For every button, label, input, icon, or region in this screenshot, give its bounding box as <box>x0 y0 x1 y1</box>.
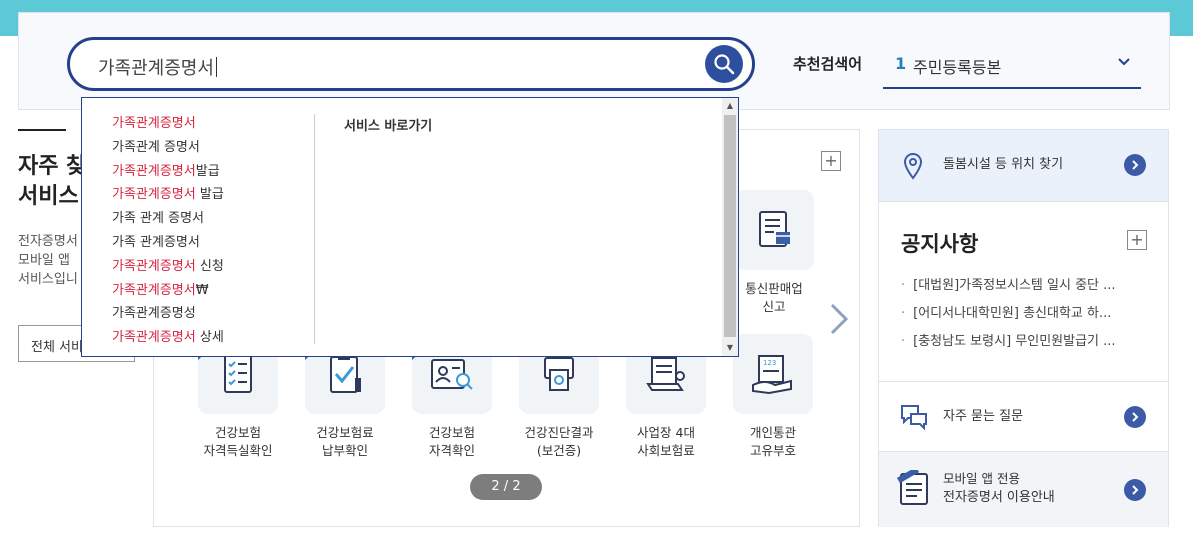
notice-item[interactable]: · [어디서나대학민원] 총신대학교 하... <box>901 300 1141 328</box>
map-pin-icon <box>903 152 923 180</box>
mobile-certificate-guide-link[interactable]: 모바일 앱 전용 전자증명서 이용안내 <box>879 451 1168 527</box>
mobile-guide-line1: 모바일 앱 전용 <box>943 471 1020 486</box>
frequent-services-description: 전자증명서 모바일 앱 서비스입니 <box>18 234 78 287</box>
suggestion-item[interactable]: 가족관계증명서발급 <box>112 160 224 184</box>
suggestion-item[interactable]: 가족 관계 증명서 <box>112 207 224 231</box>
services-more-button[interactable]: + <box>821 151 841 171</box>
suggestion-item[interactable]: 가족관계증명서₩ <box>112 279 224 303</box>
service-label: 건강보험료 납부확인 <box>316 425 374 458</box>
notice-item[interactable]: · [충청남도 보령시] 무인민원발급기 ... <box>901 328 1141 356</box>
checklist-icon <box>224 353 252 393</box>
suggestion-text: 발급 <box>195 163 220 179</box>
service-tile-online-sales[interactable] <box>734 190 814 270</box>
suggestion-text: ₩ <box>195 282 209 298</box>
chat-bubbles-icon <box>901 405 927 430</box>
mobile-document-icon <box>897 470 928 505</box>
carousel-next-button[interactable] <box>828 302 850 340</box>
location-finder-label: 돌봄시설 등 위치 찾기 <box>943 157 1064 172</box>
suggestion-text: 가족 관계증명서 <box>112 234 200 250</box>
scroll-down-arrow[interactable]: ▼ <box>722 340 738 356</box>
service-tile-customs-code[interactable]: 123 <box>733 334 813 414</box>
clipboard-check-icon <box>330 354 361 393</box>
location-go-button[interactable] <box>1124 154 1146 176</box>
numbered-card-hand-icon: 123 <box>752 355 792 395</box>
suggestion-item[interactable]: 가족관계증명서 <box>112 112 224 136</box>
service-shortcut-title: 서비스 바로가기 <box>344 119 433 134</box>
scroll-document-icon <box>646 357 685 391</box>
suggestion-item[interactable]: 가족관계 증명서 <box>112 136 224 160</box>
suggestion-item[interactable]: 가족관계증명서 발급 <box>112 183 224 207</box>
recommended-keyword-select[interactable]: 1 주민등록등본 <box>883 43 1141 89</box>
section-divider <box>18 129 66 131</box>
document-register-icon <box>759 211 790 247</box>
suggestion-item[interactable]: 가족관계증명서 상세 <box>112 326 224 350</box>
scrollbar-thumb[interactable] <box>724 115 736 337</box>
recommended-keyword-rank: 1 <box>895 54 907 73</box>
notice-list: · [대법원]가족정보시스템 일시 중단 ... · [어디서나대학민원] 총신대학… <box>901 272 1141 356</box>
service-label: 개인통관 고유부호 <box>749 425 796 458</box>
svg-text:123: 123 <box>763 359 776 367</box>
notice-item[interactable]: · [대법원]가족정보시스템 일시 중단 ... <box>901 272 1141 300</box>
location-finder-link[interactable]: 돌봄시설 등 위치 찾기 <box>879 130 1168 202</box>
faq-link[interactable]: 자주 묻는 질문 <box>879 381 1168 451</box>
chevron-right-icon <box>1132 485 1139 495</box>
search-button[interactable] <box>705 45 743 83</box>
id-card-search-icon <box>431 359 473 390</box>
suggestion-highlight: 가족관계증명서 <box>112 330 196 346</box>
service-label: 건강보험 자격득실확인 <box>203 425 273 458</box>
suggestion-text: 상세 <box>195 330 224 346</box>
chevron-right-icon <box>1132 160 1139 170</box>
text-caret <box>215 57 217 77</box>
suggestion-text: 가족관계증명성 <box>112 306 196 322</box>
faq-label: 자주 묻는 질문 <box>943 409 1024 424</box>
right-sidebar: 돌봄시설 등 위치 찾기 공지사항 + · [대법원]가족정보시스템 일시 중단 … <box>878 129 1169 527</box>
service-label: 건강진단결과 (보건증) <box>524 425 594 458</box>
service-label: 사업장 4대 사회보험료 <box>637 425 695 458</box>
search-query-text: 가족관계증명서 <box>98 54 217 80</box>
search-input[interactable]: 가족관계증명서 <box>67 37 755 91</box>
suggestion-text: 신청 <box>195 258 224 274</box>
carousel-pager[interactable]: 2 / 2 <box>470 474 542 500</box>
suggestion-text: 발급 <box>195 187 224 203</box>
mobile-guide-go-button[interactable] <box>1124 479 1146 501</box>
faq-go-button[interactable] <box>1124 406 1146 428</box>
chevron-right-icon <box>830 303 849 335</box>
printer-icon <box>544 357 574 391</box>
scroll-up-arrow[interactable]: ▲ <box>722 98 738 114</box>
suggestion-highlight: 가족관계증명서 <box>112 282 196 298</box>
search-icon <box>714 54 735 75</box>
recommended-keyword-text: 주민등록등본 <box>913 58 1002 77</box>
suggestion-highlight: 가족관계증명서 <box>112 258 196 274</box>
suggestion-list: 가족관계증명서 가족관계 증명서 가족관계증명서발급 가족관계증명서 발급 가족 관계 … <box>112 112 224 350</box>
suggestion-highlight: 가족관계증명서 <box>112 163 196 179</box>
notice-more-button[interactable]: + <box>1127 230 1147 250</box>
autocomplete-dropdown: 가족관계증명서 가족관계 증명서 가족관계증명서발급 가족관계증명서 발급 가족 관계 … <box>81 97 739 357</box>
suggestion-item[interactable]: 가족관계증명성 <box>112 302 224 326</box>
suggestion-highlight: 가족관계증명서 <box>112 116 196 131</box>
dropdown-scrollbar[interactable]: ▲ ▼ <box>722 98 738 356</box>
suggestion-highlight: 가족관계증명서 <box>112 187 196 203</box>
chevron-right-icon <box>1132 412 1139 422</box>
suggestion-item[interactable]: 가족 관계증명서 <box>112 231 224 255</box>
suggestion-item[interactable]: 가족관계증명서 신청 <box>112 255 224 279</box>
notice-title: 공지사항 <box>901 232 979 256</box>
mobile-guide-line2: 전자증명서 이용안내 <box>943 490 1055 505</box>
search-panel: 가족관계증명서 추천검색어 1 주민등록등본 <box>18 12 1170 110</box>
frequent-services-title: 자주 찾 서비스 <box>18 154 82 209</box>
dropdown-divider <box>314 114 315 344</box>
suggestion-text: 가족관계 증명서 <box>112 139 200 155</box>
recommended-keyword-label: 추천검색어 <box>793 55 863 73</box>
suggestion-text: 가족 관계 증명서 <box>112 211 204 227</box>
service-label: 건강보험 자격확인 <box>428 425 475 458</box>
chevron-down-icon <box>1118 58 1130 66</box>
